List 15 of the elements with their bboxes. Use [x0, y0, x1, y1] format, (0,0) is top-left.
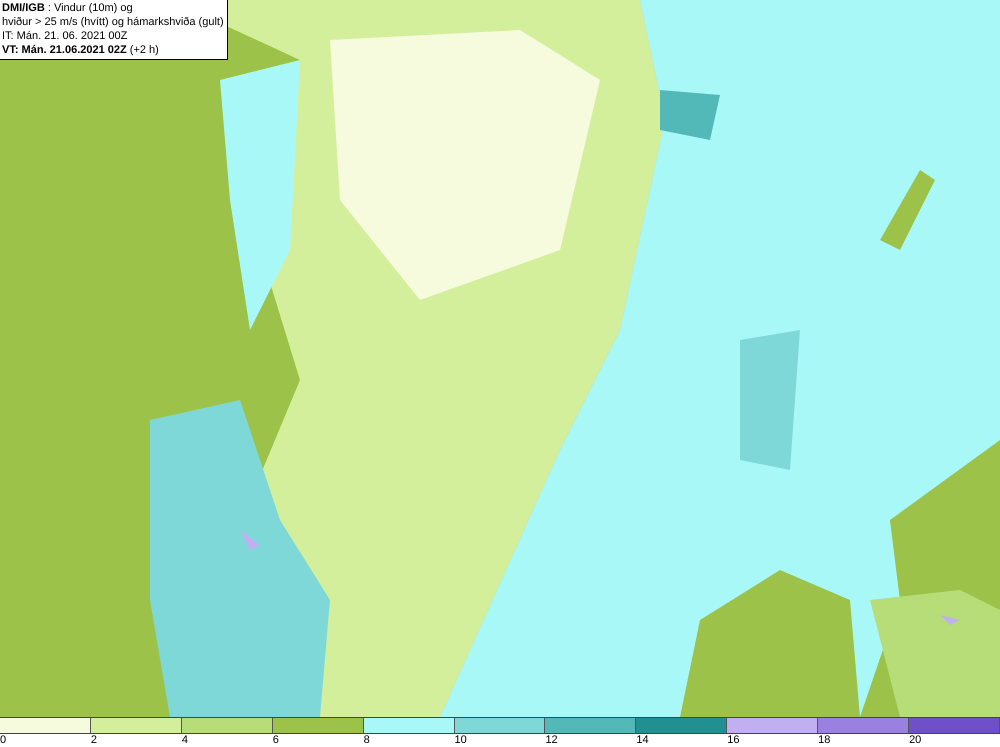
scale-label: 8 — [364, 734, 370, 746]
scale-label: 14 — [636, 734, 649, 746]
scale-label: 20 — [909, 734, 922, 746]
info-line: VT: Mán. 21.06.2021 02Z (+2 h) — [2, 43, 160, 57]
scale-label: 16 — [727, 734, 740, 746]
scale-label: 10 — [454, 734, 467, 746]
scale-label: 6 — [272, 734, 279, 746]
scale-label: 2 — [90, 734, 98, 746]
info-line: hviður > 25 m/s (hvítt) og hámarkshviða (gult) — [2, 15, 224, 29]
info-line: DMI/IGB : Vindur (10m) og — [2, 1, 134, 15]
scale-label: 0 — [0, 734, 6, 746]
scale-label: 12 — [545, 734, 558, 746]
scale-label: 18 — [818, 734, 830, 746]
scale-label: 4 — [182, 734, 188, 746]
info-line: IT: Mán. 21. 06. 2021 00Z — [2, 29, 128, 43]
